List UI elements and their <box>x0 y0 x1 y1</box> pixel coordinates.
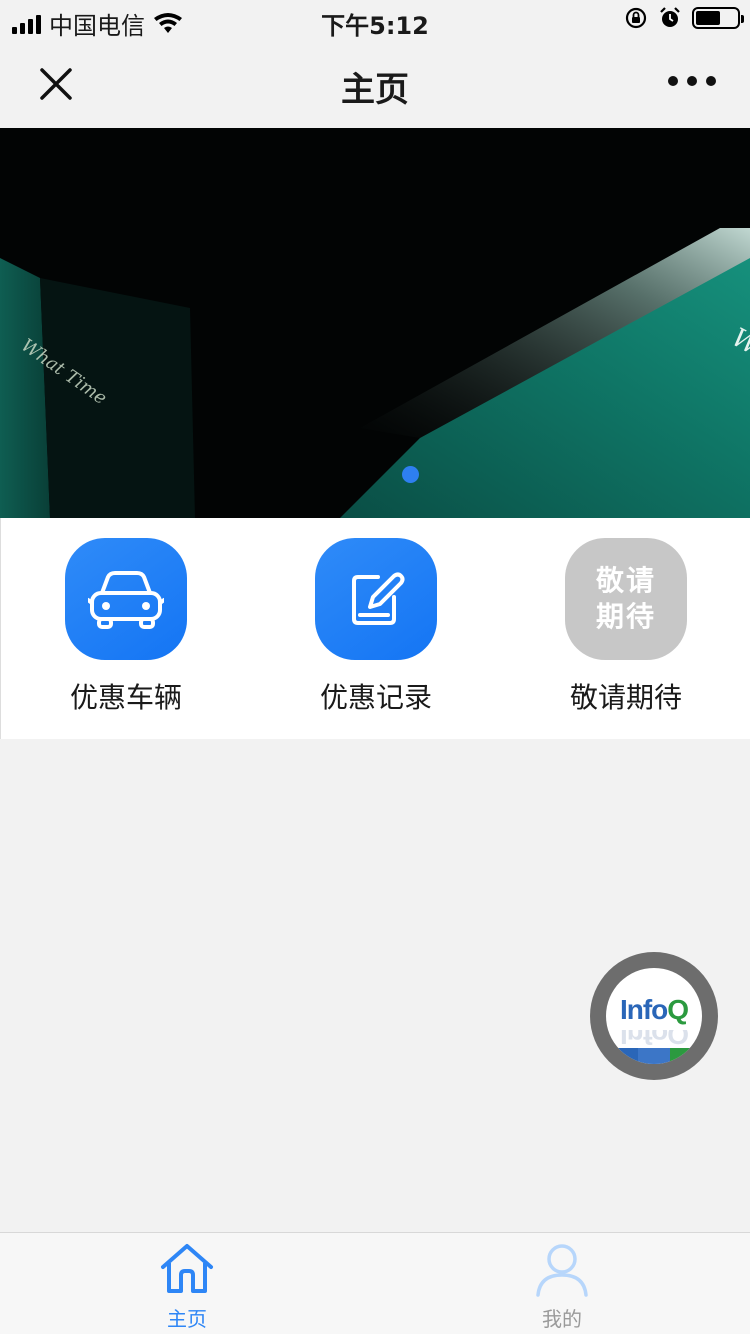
infoq-color-band <box>606 1048 702 1064</box>
shortcut-discount-vehicles[interactable]: 优惠车辆 <box>1 538 251 728</box>
shortcut-label: 优惠记录 <box>319 681 432 714</box>
shortcut-label: 优惠车辆 <box>69 681 182 714</box>
rotation-lock-icon <box>625 7 647 29</box>
edit-note-icon <box>352 572 405 625</box>
car-icon <box>88 571 164 629</box>
car-icon-tile[interactable] <box>65 538 187 660</box>
tab-home[interactable]: 主页 <box>127 1241 247 1332</box>
coming-soon-tile-text: 敬请 期待 <box>596 563 656 635</box>
status-bar: 中国电信 下午5:12 <box>0 0 750 40</box>
tile-text-line: 期待 <box>595 600 656 633</box>
infoq-logo: InfoQ InfoQ <box>606 968 702 1064</box>
tab-mine[interactable]: 我的 <box>502 1241 622 1332</box>
shortcut-grid: 优惠车辆 优惠记录 敬请 期待 敬请期待 <box>0 518 750 739</box>
tile-text-line: 敬请 <box>595 564 656 597</box>
tab-label: 主页 <box>167 1307 207 1331</box>
shortcut-label: 敬请期待 <box>569 681 682 714</box>
page-title: 主页 <box>341 70 409 110</box>
edit-note-icon-tile[interactable] <box>315 538 437 660</box>
more-dots-icon[interactable] <box>668 76 716 86</box>
alarm-icon <box>660 7 680 27</box>
carousel-indicator-dot[interactable] <box>402 466 419 483</box>
banner-carousel[interactable]: We What Time <box>0 128 750 518</box>
tab-label: 我的 <box>542 1307 582 1331</box>
banner-image: We What Time <box>0 128 750 518</box>
floating-infoq-button[interactable]: InfoQ InfoQ <box>590 952 718 1080</box>
nav-bar: 主页 <box>0 40 750 128</box>
coming-soon-tile[interactable]: 敬请 期待 <box>565 538 687 660</box>
infoq-logo-text: InfoQ <box>619 994 689 1025</box>
tab-bar: 主页 我的 <box>0 1232 750 1334</box>
shortcut-discount-records[interactable]: 优惠记录 <box>251 538 501 728</box>
user-icon <box>536 1244 588 1297</box>
battery-icon <box>692 7 744 29</box>
status-right <box>624 6 744 30</box>
shortcut-coming-soon[interactable]: 敬请 期待 敬请期待 <box>501 538 750 728</box>
infoq-logo-reflection: InfoQ <box>619 1030 689 1050</box>
home-icon <box>161 1244 213 1293</box>
